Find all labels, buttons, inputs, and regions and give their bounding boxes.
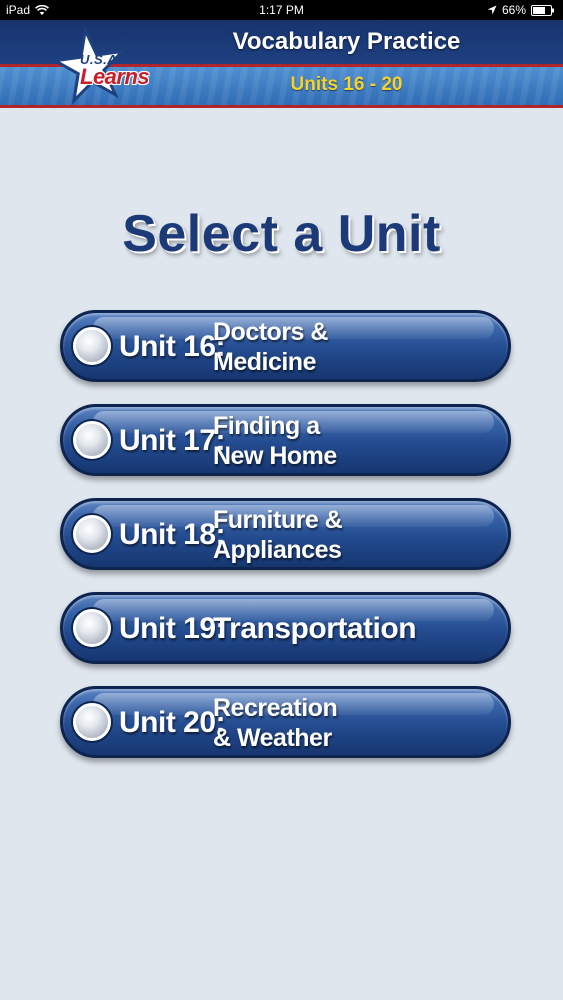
header-subtitle: Units 16 - 20 bbox=[290, 74, 403, 95]
usa-learns-logo: U.S.A. Learns bbox=[52, 22, 162, 105]
unit-name-line-1: Doctors & bbox=[213, 318, 328, 346]
radio-button-icon[interactable] bbox=[73, 515, 111, 553]
page-title: Select a Unit bbox=[122, 205, 441, 263]
unit-name: Recreation & Weather bbox=[213, 693, 493, 753]
unit-20-button[interactable]: Unit 20: Recreation & Weather bbox=[60, 686, 511, 758]
location-arrow-icon bbox=[487, 5, 497, 15]
status-time: 1:17 PM bbox=[259, 3, 304, 17]
unit-list: Unit 16: Doctors & Medicine Unit 17: Fin… bbox=[60, 310, 511, 780]
unit-18-button[interactable]: Unit 18: Furniture & Appliances bbox=[60, 498, 511, 570]
unit-name: Doctors & Medicine bbox=[213, 317, 493, 377]
header-title: Vocabulary Practice bbox=[232, 28, 461, 55]
unit-name-line-2: Medicine bbox=[213, 348, 316, 376]
unit-name-line-1: Furniture & bbox=[213, 506, 343, 534]
logo-main-text: Learns bbox=[80, 64, 150, 89]
unit-name-line-2: Appliances bbox=[213, 536, 342, 564]
unit-number-label: Unit 18: bbox=[119, 518, 226, 551]
unit-name-line-1: Recreation bbox=[213, 694, 338, 722]
radio-button-icon[interactable] bbox=[73, 609, 111, 647]
unit-name-line-2: & Weather bbox=[213, 724, 332, 752]
unit-name: Finding a New Home bbox=[213, 411, 493, 471]
unit-number-label: Unit 16: bbox=[119, 330, 226, 363]
unit-19-button[interactable]: Unit 19: Transportation bbox=[60, 592, 511, 664]
radio-button-icon[interactable] bbox=[73, 703, 111, 741]
unit-16-button[interactable]: Unit 16: Doctors & Medicine bbox=[60, 310, 511, 382]
unit-name-line-2: New Home bbox=[213, 442, 337, 470]
status-bar: iPad 1:17 PM 66% bbox=[0, 0, 563, 20]
battery-percent: 66% bbox=[501, 3, 526, 17]
unit-number-label: Unit 19: bbox=[119, 612, 226, 645]
radio-button-icon[interactable] bbox=[73, 327, 111, 365]
app-header: U.S.A. Learns Vocabulary Practice Units … bbox=[0, 20, 563, 108]
battery-icon bbox=[531, 4, 555, 16]
unit-name-line-1: Finding a bbox=[213, 412, 320, 440]
unit-name-line-1: Transportation bbox=[213, 612, 417, 645]
status-right: 66% bbox=[487, 0, 555, 20]
radio-button-icon[interactable] bbox=[73, 421, 111, 459]
unit-number-label: Unit 17: bbox=[119, 424, 226, 457]
unit-name: Transportation bbox=[213, 612, 493, 646]
unit-number-label: Unit 20: bbox=[119, 706, 226, 739]
unit-name: Furniture & Appliances bbox=[213, 505, 493, 565]
unit-17-button[interactable]: Unit 17: Finding a New Home bbox=[60, 404, 511, 476]
